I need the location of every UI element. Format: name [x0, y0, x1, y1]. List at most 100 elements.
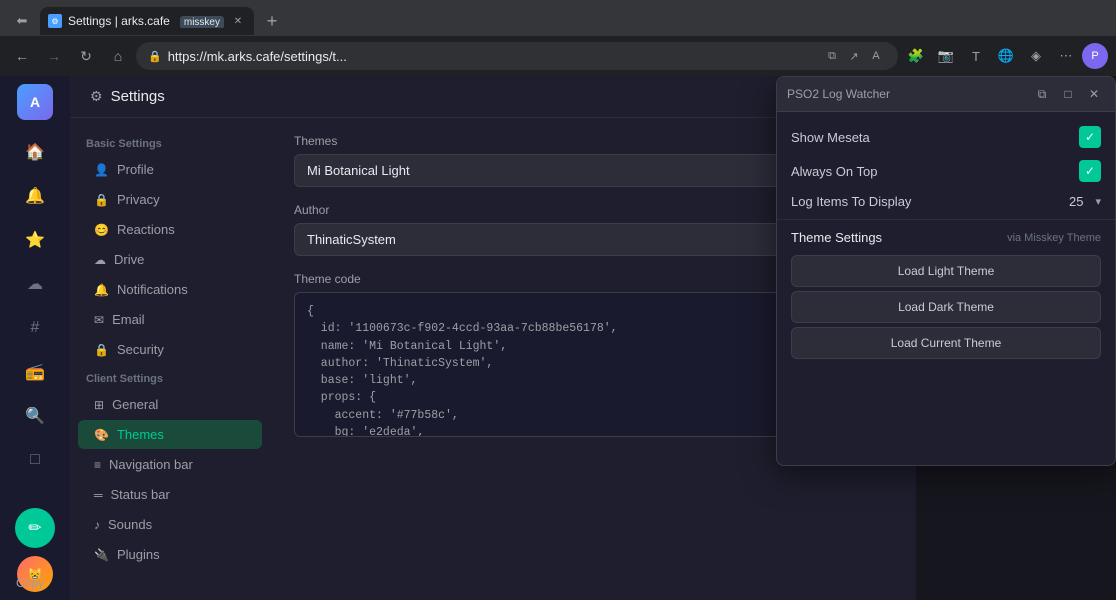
- toolbar-extensions-btn[interactable]: 🧩: [902, 42, 930, 70]
- nav-item-navbar-label: Navigation bar: [109, 457, 193, 472]
- nav-item-plugins-label: Plugins: [117, 547, 160, 562]
- nav-item-privacy[interactable]: 🔒 Privacy: [78, 185, 262, 214]
- nav-back-btn[interactable]: ←: [8, 42, 36, 70]
- nav-item-email[interactable]: ✉ Email: [78, 305, 262, 334]
- always-on-top-toggle[interactable]: ✓: [1079, 160, 1101, 182]
- checkmark-icon: ✓: [1085, 130, 1095, 144]
- client-settings-label: Client Settings: [70, 365, 270, 389]
- tab-close-btn[interactable]: ✕: [230, 13, 246, 29]
- profile-btn[interactable]: P: [1082, 43, 1108, 69]
- address-bar[interactable]: 🔒 https://mk.arks.cafe/settings/t... ⧉ ↗…: [136, 42, 898, 70]
- address-lock-icon: 🔒: [148, 50, 162, 63]
- always-on-top-label: Always On Top: [791, 164, 1071, 179]
- sidebar-compose-btn[interactable]: ✏: [15, 508, 55, 548]
- reactions-icon: 😊: [94, 223, 109, 237]
- browser-back-btn[interactable]: ⬅: [8, 7, 36, 35]
- misskey-logo[interactable]: A: [17, 84, 53, 120]
- privacy-icon: 🔒: [94, 193, 109, 207]
- sidebar-item-antenna[interactable]: 📻: [15, 352, 55, 392]
- nav-item-navbar[interactable]: ≡ Navigation bar: [78, 450, 262, 479]
- sounds-icon: ♪: [94, 518, 100, 532]
- toolbar-more-btn[interactable]: ⋯: [1052, 42, 1080, 70]
- log-items-row: Log Items To Display 25 ▾: [777, 188, 1115, 215]
- nav-item-themes-label: Themes: [117, 427, 164, 442]
- nav-item-general-label: General: [112, 397, 158, 412]
- theme-settings-header: Theme Settings via Misskey Theme: [777, 220, 1115, 251]
- toolbar-screenshot-btn[interactable]: 📷: [932, 42, 960, 70]
- misskey-sidebar: A 🏠 🔔 ⭐ ☁ # 📻 🔍 □ ✏ 😸: [0, 76, 70, 600]
- nav-item-security[interactable]: 🔒 Security: [78, 335, 262, 364]
- overlay-title: PSO2 Log Watcher: [787, 87, 1031, 101]
- nav-item-sounds-label: Sounds: [108, 517, 152, 532]
- nav-item-profile[interactable]: 👤 Profile: [78, 155, 262, 184]
- overlay-restore-btn[interactable]: ⧉: [1031, 83, 1053, 105]
- tab-badge: misskey: [180, 16, 224, 28]
- settings-nav: Basic Settings 👤 Profile 🔒 Privacy 😊 Rea…: [70, 118, 270, 600]
- checkmark-icon-2: ✓: [1085, 164, 1095, 178]
- sidebar-item-drive[interactable]: ☁: [15, 264, 55, 304]
- general-icon: ⊞: [94, 398, 104, 412]
- basic-settings-label: Basic Settings: [70, 130, 270, 154]
- nav-item-sounds[interactable]: ♪ Sounds: [78, 510, 262, 539]
- new-tab-btn[interactable]: +: [258, 7, 286, 35]
- overlay-panel: PSO2 Log Watcher ⧉ □ ✕ Show Meseta ✓ Alw…: [776, 76, 1116, 466]
- overlay-close-btn[interactable]: ✕: [1083, 83, 1105, 105]
- nav-item-profile-label: Profile: [117, 162, 154, 177]
- dropdown-icon[interactable]: ▾: [1095, 195, 1101, 208]
- load-light-theme-btn[interactable]: Load Light Theme: [791, 255, 1101, 287]
- sidebar-item-hashtags[interactable]: #: [15, 308, 55, 348]
- overlay-maximize-btn[interactable]: □: [1057, 83, 1079, 105]
- nav-item-notifications[interactable]: 🔔 Notifications: [78, 275, 262, 304]
- toolbar-translate-btn[interactable]: T: [962, 42, 990, 70]
- toolbar-misc-btn[interactable]: 🌐: [992, 42, 1020, 70]
- notifications-icon: 🔔: [94, 283, 109, 297]
- show-meseta-label: Show Meseta: [791, 130, 1071, 145]
- sidebar-item-search[interactable]: 🔍: [15, 396, 55, 436]
- load-current-theme-btn[interactable]: Load Current Theme: [791, 327, 1101, 359]
- settings-header-icon: ⚙: [90, 88, 103, 105]
- address-copy-icon[interactable]: ⧉: [822, 46, 842, 66]
- theme-select-value: Mi Botanical Light: [307, 163, 410, 178]
- sidebar-item-panels[interactable]: □: [15, 440, 55, 480]
- themes-icon: 🎨: [94, 428, 109, 442]
- nav-item-email-label: Email: [112, 312, 145, 327]
- address-reader-icon[interactable]: A: [866, 46, 886, 66]
- via-label: via Misskey Theme: [1007, 232, 1101, 244]
- overlay-titlebar: PSO2 Log Watcher ⧉ □ ✕: [777, 77, 1115, 112]
- nav-home-btn[interactable]: ⌂: [104, 42, 132, 70]
- browser-tab[interactable]: ⚙ Settings | arks.cafe misskey ✕: [40, 7, 254, 35]
- nav-item-drive[interactable]: ☁ Drive: [78, 245, 262, 274]
- tab-favicon: ⚙: [48, 14, 62, 28]
- always-on-top-row: Always On Top ✓: [777, 154, 1115, 188]
- show-meseta-toggle[interactable]: ✓: [1079, 126, 1101, 148]
- log-items-label: Log Items To Display: [791, 194, 1061, 209]
- sidebar-item-home[interactable]: 🏠: [15, 132, 55, 172]
- sidebar-item-notifications[interactable]: 🔔: [15, 176, 55, 216]
- nav-item-themes[interactable]: 🎨 Themes: [78, 420, 262, 449]
- nav-item-reactions-label: Reactions: [117, 222, 175, 237]
- toolbar-addon-btn[interactable]: ◈: [1022, 42, 1050, 70]
- nav-item-reactions[interactable]: 😊 Reactions: [78, 215, 262, 244]
- nav-item-notifications-label: Notifications: [117, 282, 188, 297]
- address-share-icon[interactable]: ↗: [844, 46, 864, 66]
- nav-item-general[interactable]: ⊞ General: [78, 390, 262, 419]
- nav-refresh-btn[interactable]: ↻: [72, 42, 100, 70]
- security-icon: 🔒: [94, 343, 109, 357]
- nav-forward-btn[interactable]: →: [40, 42, 68, 70]
- nav-item-privacy-label: Privacy: [117, 192, 160, 207]
- profile-icon: 👤: [94, 163, 109, 177]
- load-dark-theme-btn[interactable]: Load Dark Theme: [791, 291, 1101, 323]
- tab-title: Settings | arks.cafe misskey: [68, 14, 224, 28]
- log-items-value: 25: [1069, 194, 1083, 209]
- nav-item-statusbar[interactable]: ═ Status bar: [78, 480, 262, 509]
- nav-item-statusbar-label: Status bar: [111, 487, 170, 502]
- nav-item-plugins[interactable]: 🔌 Plugins: [78, 540, 262, 569]
- overlay-content: Show Meseta ✓ Always On Top ✓ Log Items …: [777, 112, 1115, 465]
- settings-title: Settings: [111, 88, 165, 105]
- sidebar-item-favorites[interactable]: ⭐: [15, 220, 55, 260]
- statusbar-icon: ═: [94, 488, 103, 502]
- email-icon: ✉: [94, 313, 104, 327]
- drive-icon: ☁: [94, 253, 106, 267]
- navbar-icon: ≡: [94, 458, 101, 472]
- show-meseta-row: Show Meseta ✓: [777, 120, 1115, 154]
